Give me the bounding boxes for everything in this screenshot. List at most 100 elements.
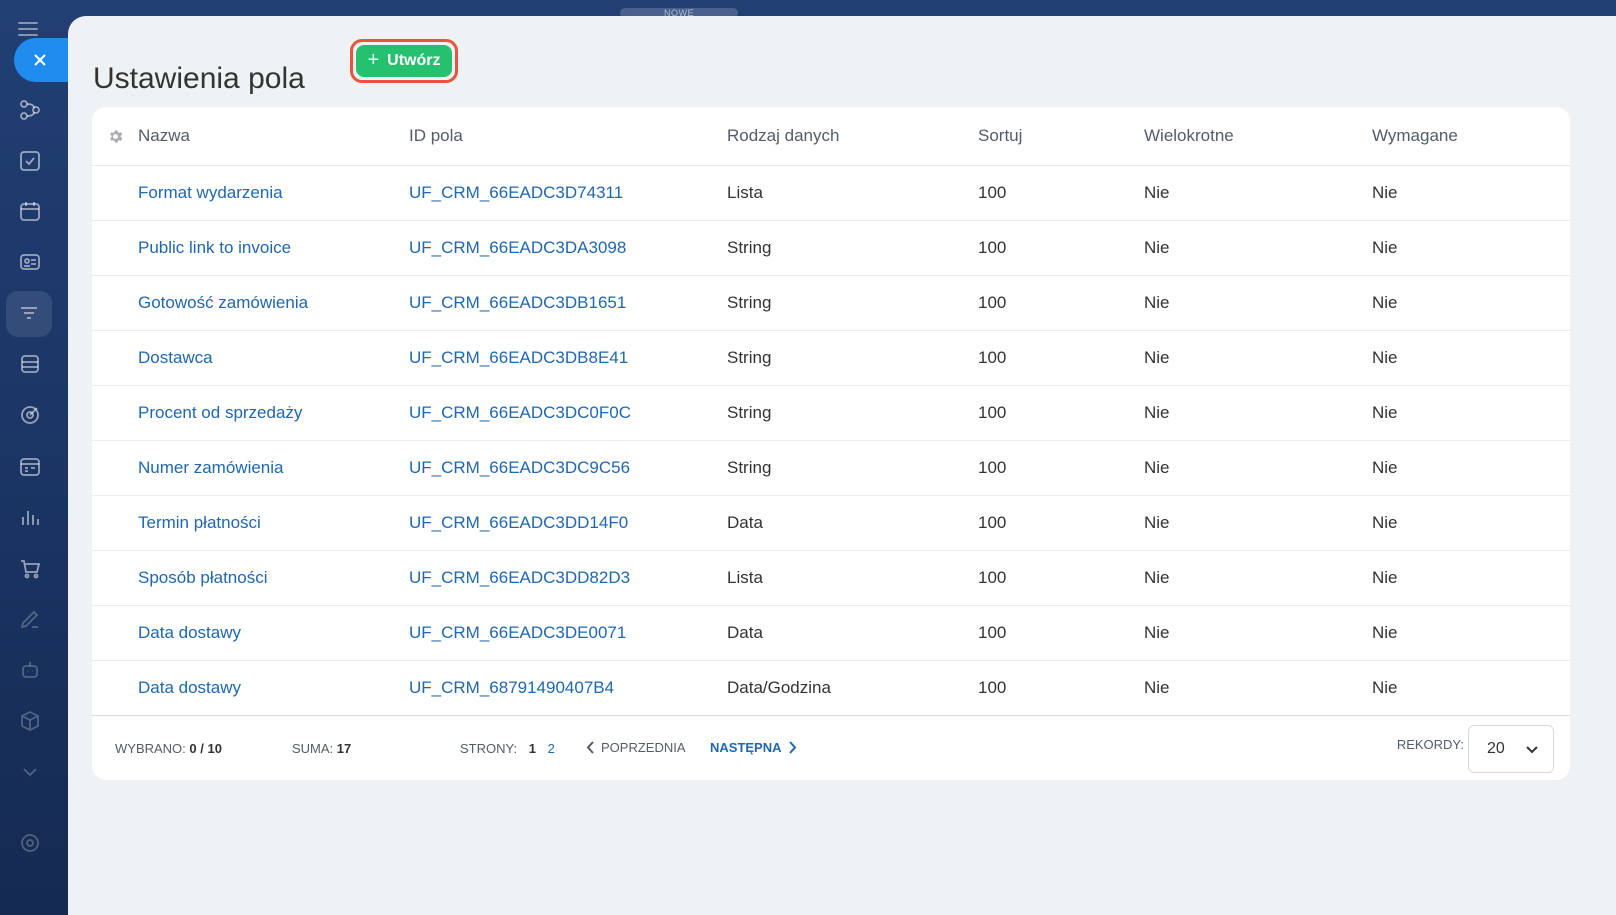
field-id-link-cell: UF_CRM_66EADC3DB1651 xyxy=(409,275,727,331)
table-header-row: Nazwa ID pola Rodzaj danych Sortuj Wielo… xyxy=(92,107,1570,166)
create-button[interactable]: + Utwórz xyxy=(356,45,452,77)
field-data-type-cell: Lista xyxy=(727,165,978,221)
field-required: Nie xyxy=(1372,348,1398,367)
field-sort-cell: 100 xyxy=(978,275,1144,331)
row-spacer-cell xyxy=(92,495,138,551)
field-data-type: Data/Godzina xyxy=(727,678,831,697)
field-sort-cell: 100 xyxy=(978,495,1144,551)
table-row[interactable]: Sposób płatności UF_CRM_66EADC3DD82D3 List… xyxy=(92,550,1570,606)
fields-table-card: Nazwa ID pola Rodzaj danych Sortuj Wielo… xyxy=(92,107,1570,780)
field-data-type: String xyxy=(727,348,772,367)
field-id-link[interactable]: UF_CRM_66EADC3DC0F0C xyxy=(409,403,631,422)
sign-icon[interactable] xyxy=(14,603,46,635)
header-name[interactable]: Nazwa xyxy=(138,107,409,166)
settings-icon[interactable] xyxy=(14,827,46,859)
field-required-cell: Nie xyxy=(1372,165,1570,221)
page-2[interactable]: 2 xyxy=(548,741,555,756)
records-per-page-value: 20 xyxy=(1487,740,1505,757)
field-multiple: Nie xyxy=(1144,513,1170,532)
inbox-icon[interactable] xyxy=(14,348,46,380)
field-id-link[interactable]: UF_CRM_68791490407B4 xyxy=(409,678,614,697)
field-required: Nie xyxy=(1372,623,1398,642)
field-id-link[interactable]: UF_CRM_66EADC3DD82D3 xyxy=(409,568,630,587)
gear-icon xyxy=(109,129,122,143)
table-row[interactable]: Dostawca UF_CRM_66EADC3DB8E41 String 100 Nie… xyxy=(92,330,1570,386)
column-settings[interactable] xyxy=(92,107,138,166)
header-required[interactable]: Wymagane xyxy=(1372,107,1570,166)
field-id-link[interactable]: UF_CRM_66EADC3DD14F0 xyxy=(409,513,628,532)
table-row[interactable]: Termin płatności UF_CRM_66EADC3DD14F0 Data… xyxy=(92,495,1570,551)
table-row[interactable]: Public link to invoice UF_CRM_66EADC3DA30… xyxy=(92,220,1570,276)
field-data-type: Lista xyxy=(727,568,763,587)
field-data-type: String xyxy=(727,293,772,312)
field-data-type: String xyxy=(727,403,772,422)
field-name-link[interactable]: Termin płatności xyxy=(138,513,261,532)
field-sort-cell: 100 xyxy=(978,660,1144,716)
field-name-link[interactable]: Gotowość zamówienia xyxy=(138,293,308,312)
header-multiple[interactable]: Wielokrotne xyxy=(1144,107,1372,166)
field-id-link[interactable]: UF_CRM_66EADC3DC9C56 xyxy=(409,458,630,477)
field-id-link[interactable]: UF_CRM_66EADC3D74311 xyxy=(409,183,623,202)
field-name-link[interactable]: Data dostawy xyxy=(138,678,241,697)
field-data-type-cell: String xyxy=(727,385,978,441)
field-name-link-cell: Public link to invoice xyxy=(138,220,409,276)
field-id-link[interactable]: UF_CRM_66EADC3DB8E41 xyxy=(409,348,628,367)
next-page-button[interactable]: NASTĘPNA xyxy=(710,740,797,755)
header-sort[interactable]: Sortuj xyxy=(978,107,1144,166)
field-id-link[interactable]: UF_CRM_66EADC3DB1651 xyxy=(409,293,626,312)
robot-icon[interactable] xyxy=(14,654,46,686)
table-row[interactable]: Data dostawy UF_CRM_68791490407B4 Data/God… xyxy=(92,660,1570,716)
page-1[interactable]: 1 xyxy=(529,741,536,756)
table-row[interactable]: Gotowość zamówienia UF_CRM_66EADC3DB1651 S… xyxy=(92,275,1570,331)
field-multiple: Nie xyxy=(1144,238,1170,257)
field-multiple: Nie xyxy=(1144,568,1170,587)
create-button-highlight: + Utwórz xyxy=(350,39,458,83)
field-multiple-cell: Nie xyxy=(1144,605,1372,661)
field-sort: 100 xyxy=(978,458,1007,477)
field-multiple: Nie xyxy=(1144,183,1170,202)
selected-count: WYBRANO: 0 / 10 xyxy=(115,741,222,756)
task-icon[interactable] xyxy=(14,145,46,177)
field-multiple: Nie xyxy=(1144,623,1170,642)
field-name-link[interactable]: Dostawca xyxy=(138,348,213,367)
target-icon[interactable] xyxy=(14,399,46,431)
cart-icon[interactable] xyxy=(14,552,46,584)
field-name-link[interactable]: Procent od sprzedaży xyxy=(138,403,302,422)
header-field-id[interactable]: ID pola xyxy=(409,107,727,166)
field-name-link[interactable]: Format wydarzenia xyxy=(138,183,283,202)
chevron-left-icon xyxy=(586,741,594,754)
field-name-link-cell: Data dostawy xyxy=(138,605,409,661)
contact-card-icon[interactable] xyxy=(14,246,46,278)
previous-page-button[interactable]: POPRZEDNIA xyxy=(586,740,686,755)
field-name-link[interactable]: Public link to invoice xyxy=(138,238,291,257)
close-slider-button[interactable] xyxy=(14,38,68,82)
table-row[interactable]: Numer zamówienia UF_CRM_66EADC3DC9C56 Stri… xyxy=(92,440,1570,496)
field-required-cell: Nie xyxy=(1372,550,1570,606)
table-row[interactable]: Data dostawy UF_CRM_66EADC3DE0071 Data 100 N… xyxy=(92,605,1570,661)
calendar-icon[interactable] xyxy=(14,195,46,227)
field-id-link[interactable]: UF_CRM_66EADC3DA3098 xyxy=(409,238,626,257)
records-label: REKORDY: xyxy=(1396,737,1464,752)
field-sort: 100 xyxy=(978,238,1007,257)
chevron-down-icon[interactable] xyxy=(14,756,46,788)
funnel-icon[interactable] xyxy=(6,291,52,337)
chart-icon[interactable] xyxy=(14,501,46,533)
field-name-link[interactable]: Data dostawy xyxy=(138,623,241,642)
records-per-page-select[interactable]: 20 xyxy=(1468,725,1554,773)
menu-icon[interactable] xyxy=(18,22,38,36)
field-name-link[interactable]: Numer zamówienia xyxy=(138,458,284,477)
box-icon[interactable] xyxy=(14,705,46,737)
schedule-icon[interactable] xyxy=(14,450,46,482)
field-required: Nie xyxy=(1372,458,1398,477)
header-data-type[interactable]: Rodzaj danych xyxy=(727,107,978,166)
field-required-cell: Nie xyxy=(1372,330,1570,386)
field-required-cell: Nie xyxy=(1372,275,1570,331)
field-sort-cell: 100 xyxy=(978,605,1144,661)
field-name-link[interactable]: Sposób płatności xyxy=(138,568,267,587)
field-id-link[interactable]: UF_CRM_66EADC3DE0071 xyxy=(409,623,626,642)
table-row[interactable]: Procent od sprzedaży UF_CRM_66EADC3DC0F0C… xyxy=(92,385,1570,441)
field-id-link-cell: UF_CRM_68791490407B4 xyxy=(409,660,727,716)
flow-icon[interactable] xyxy=(14,94,46,126)
field-sort-cell: 100 xyxy=(978,440,1144,496)
table-row[interactable]: Format wydarzenia UF_CRM_66EADC3D74311 Lis… xyxy=(92,165,1570,221)
